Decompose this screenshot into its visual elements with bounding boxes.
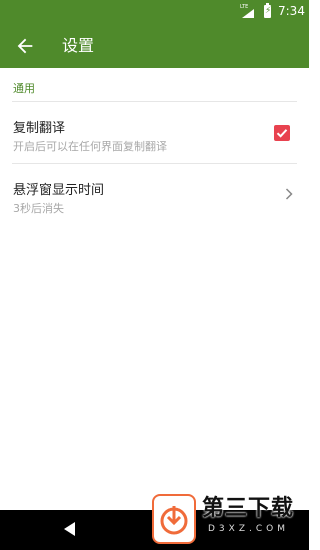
signal-icon: LTE: [240, 4, 254, 18]
arrow-back-icon[interactable]: [14, 35, 36, 57]
setting-summary: 3秒后消失: [13, 202, 64, 215]
setting-summary: 开启后可以在任何界面复制翻译: [13, 140, 167, 153]
checkmark-icon: [276, 129, 288, 138]
battery-charging-icon: ⚡: [264, 3, 272, 18]
watermark-logo-icon: [152, 494, 196, 544]
divider: [12, 101, 297, 102]
status-bar: LTE ⚡ 7:34: [0, 0, 309, 24]
divider: [12, 163, 297, 164]
status-time: 7:34: [278, 4, 305, 18]
watermark: 第三下载 D3XZ.COM: [152, 494, 309, 550]
setting-label: 悬浮窗显示时间: [13, 183, 105, 198]
watermark-domain: D3XZ.COM: [208, 524, 289, 534]
setting-label: 复制翻译: [13, 121, 66, 136]
copy-translate-checkbox[interactable]: [274, 125, 290, 141]
watermark-text: 第三下载: [202, 496, 295, 521]
nav-back-icon[interactable]: [64, 522, 75, 536]
section-title-general: 通用: [13, 82, 35, 95]
app-bar: 设置: [0, 24, 309, 68]
setting-copy-translate[interactable]: 复制翻译 开启后可以在任何界面复制翻译: [0, 110, 309, 162]
setting-popup-duration[interactable]: 悬浮窗显示时间 3秒后消失: [0, 172, 309, 224]
chevron-right-icon: [285, 188, 293, 200]
page-title: 设置: [62, 36, 95, 55]
